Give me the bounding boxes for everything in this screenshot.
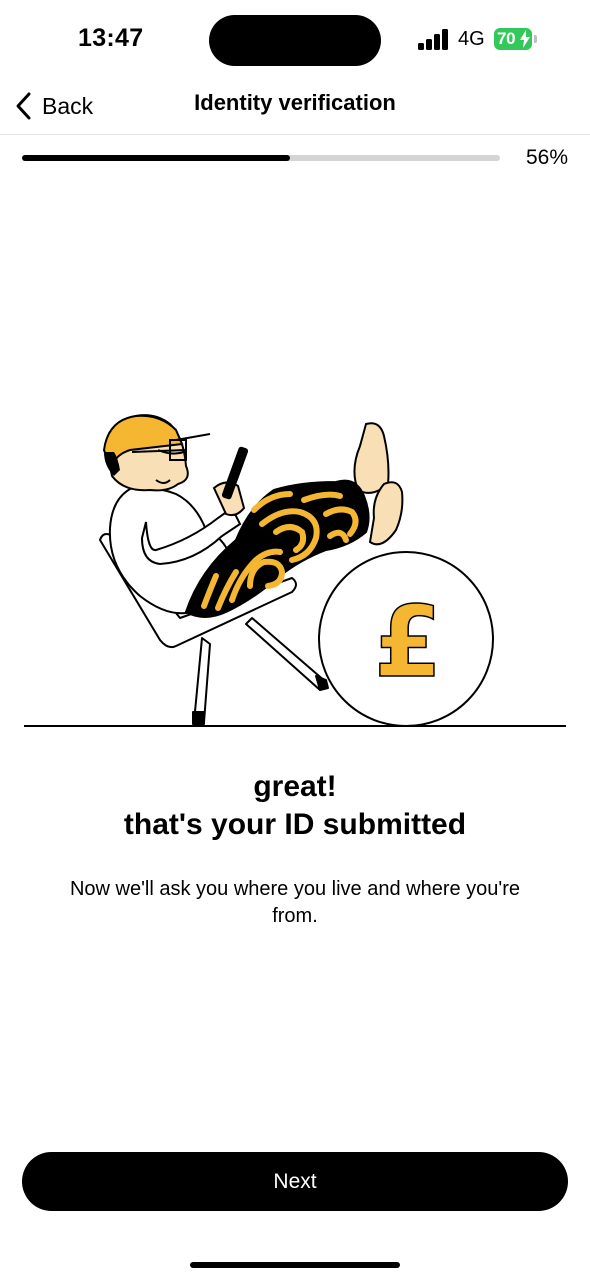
headline: great! that's your ID submitted	[0, 768, 590, 844]
page-title: Identity verification	[194, 90, 396, 115]
foot-back	[353, 422, 390, 494]
status-time: 13:47	[78, 24, 144, 52]
progress-bar	[22, 155, 500, 161]
signal-icon	[418, 28, 450, 50]
description-text: Now we'll ask you where you live and whe…	[69, 878, 521, 927]
battery-level: 70	[497, 29, 516, 48]
headline-line-2: that's your ID submitted	[123, 808, 467, 841]
battery-tip	[534, 35, 537, 43]
svg-text:£: £	[374, 586, 442, 700]
head	[102, 414, 211, 492]
battery-icon: 70	[494, 28, 538, 50]
battery-body: 70	[494, 28, 532, 50]
network-type: 4G	[458, 28, 485, 50]
home-indicator	[190, 1262, 400, 1268]
pound-coin-icon: £	[318, 551, 494, 727]
charging-bolt-icon	[520, 30, 530, 48]
nav-bar: Back Identity verification	[0, 80, 590, 135]
progress-bar-fill	[22, 155, 290, 161]
relaxing-person-illustration: £	[24, 414, 566, 727]
headline-line-1: great!	[253, 770, 337, 803]
status-bar: 13:47 4G 70	[0, 0, 590, 80]
dynamic-island	[209, 15, 381, 66]
next-button[interactable]: Next	[22, 1152, 568, 1211]
progress-percent: 56%	[525, 146, 568, 169]
